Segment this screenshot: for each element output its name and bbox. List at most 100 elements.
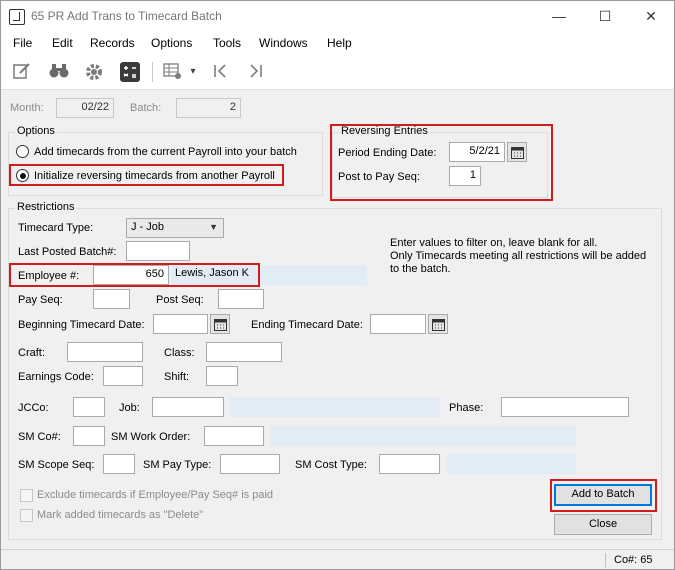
month-field: 02/22 [56,98,114,118]
period-ending-date-input[interactable]: 5/2/21 [449,142,505,162]
toolbar: ▾ [1,54,674,90]
last-posted-batch-input[interactable] [126,241,190,261]
add-current-payroll-radio[interactable] [16,145,29,158]
beginning-date-calendar-button[interactable] [210,314,230,334]
post-to-pay-seq-label: Post to Pay Seq: [338,171,420,183]
sm-co-input[interactable] [73,426,105,446]
sm-cost-type-input[interactable] [379,454,440,474]
exclude-paid-label: Exclude timecards if Employee/Pay Seq# i… [37,489,274,501]
calculator-icon[interactable] [119,61,141,83]
sm-scope-seq-input[interactable] [103,454,135,474]
ending-timecard-date-label: Ending Timecard Date: [251,319,363,331]
month-label: Month: [10,102,44,114]
phase-input[interactable] [501,397,629,417]
chevron-down-icon[interactable]: ▾ [187,61,199,83]
company-status: Co#: 65 [614,554,653,566]
sm-work-order-description-display [270,426,576,446]
title-bar: 65 PR Add Trans to Timecard Batch — ☐ ✕ [1,1,674,32]
minimize-button[interactable]: — [536,1,582,32]
maximize-button[interactable]: ☐ [582,1,628,32]
menu-records[interactable]: Records [90,36,135,50]
window-title: 65 PR Add Trans to Timecard Batch [31,9,222,23]
post-seq-input[interactable] [218,289,264,309]
period-ending-date-label: Period Ending Date: [338,147,437,159]
gear-icon[interactable] [83,61,105,83]
chevron-down-icon: ▼ [209,222,218,232]
toolbar-separator [152,62,153,82]
binoculars-icon[interactable] [48,61,70,83]
app-icon [9,9,25,25]
add-current-payroll-label[interactable]: Add timecards from the current Payroll i… [34,146,297,158]
last-record-icon[interactable] [245,61,267,83]
post-seq-label: Post Seq: [156,294,204,306]
reversing-entries-title: Reversing Entries [339,125,430,137]
menu-windows[interactable]: Windows [259,36,308,50]
jcco-label: JCCo: [18,402,49,414]
restrictions-info-text: Enter values to filter on, leave blank f… [390,237,647,275]
batch-field: 2 [176,98,241,118]
calendar-icon [214,319,227,331]
shift-label: Shift: [164,371,190,383]
sm-cost-type-description-display [447,454,576,474]
job-description-display [230,397,440,417]
sm-cost-type-label: SM Cost Type: [295,459,367,471]
jcco-input[interactable] [73,397,105,417]
period-ending-calendar-button[interactable] [507,142,527,162]
exclude-paid-checkbox[interactable] [20,489,33,502]
grid-settings-icon[interactable] [162,61,184,83]
menu-tools[interactable]: Tools [213,36,241,50]
add-to-batch-button[interactable]: Add to Batch [554,484,652,506]
menu-edit[interactable]: Edit [52,36,73,50]
pay-seq-label: Pay Seq: [18,294,63,306]
shift-input[interactable] [206,366,238,386]
job-input[interactable] [152,397,224,417]
edit-icon[interactable] [11,61,33,83]
initialize-reversing-radio[interactable] [16,169,29,182]
status-separator [605,553,606,568]
menu-options[interactable]: Options [151,36,192,50]
timecard-type-label: Timecard Type: [18,222,94,234]
beginning-timecard-date-label: Beginning Timecard Date: [18,319,145,331]
calendar-icon [432,319,445,331]
post-to-pay-seq-input[interactable]: 1 [449,166,481,186]
status-bar: Co#: 65 [1,549,674,569]
earnings-code-input[interactable] [103,366,143,386]
earnings-code-label: Earnings Code: [18,371,94,383]
menu-help[interactable]: Help [327,36,352,50]
phase-label: Phase: [449,402,484,414]
menu-bar: File Edit Records Options Tools Windows … [1,32,674,54]
sm-co-label: SM Co#: [18,431,61,443]
app-window: 65 PR Add Trans to Timecard Batch — ☐ ✕ … [0,0,675,570]
employee-label: Employee #: [18,270,80,282]
beginning-timecard-date-input[interactable] [153,314,208,334]
employee-input[interactable]: 650 [93,265,169,285]
ending-timecard-date-input[interactable] [370,314,426,334]
class-input[interactable] [206,342,282,362]
sm-work-order-label: SM Work Order: [111,431,191,443]
close-button[interactable]: Close [554,514,652,535]
timecard-type-value: J - Job [131,221,165,233]
menu-file[interactable]: File [13,36,32,50]
ending-date-calendar-button[interactable] [428,314,448,334]
timecard-type-select[interactable]: J - Job ▼ [126,218,224,238]
options-title: Options [15,125,57,137]
last-posted-batch-label: Last Posted Batch#: [18,246,117,258]
sm-pay-type-input[interactable] [220,454,280,474]
restrictions-title: Restrictions [15,201,77,213]
employee-name-display: Lewis, Jason K [171,265,367,285]
initialize-reversing-label[interactable]: Initialize reversing timecards from anot… [34,170,275,182]
sm-scope-seq-label: SM Scope Seq: [18,459,95,471]
pay-seq-input[interactable] [93,289,130,309]
sm-work-order-input[interactable] [204,426,264,446]
job-label: Job: [119,402,140,414]
class-label: Class: [164,347,195,359]
calendar-icon [511,147,524,159]
craft-label: Craft: [18,347,45,359]
batch-label: Batch: [130,102,162,114]
options-group: Options [8,125,323,196]
mark-delete-checkbox[interactable] [20,509,33,522]
craft-input[interactable] [67,342,143,362]
close-window-button[interactable]: ✕ [628,1,674,32]
first-record-icon[interactable] [209,61,231,83]
sm-pay-type-label: SM Pay Type: [143,459,212,471]
